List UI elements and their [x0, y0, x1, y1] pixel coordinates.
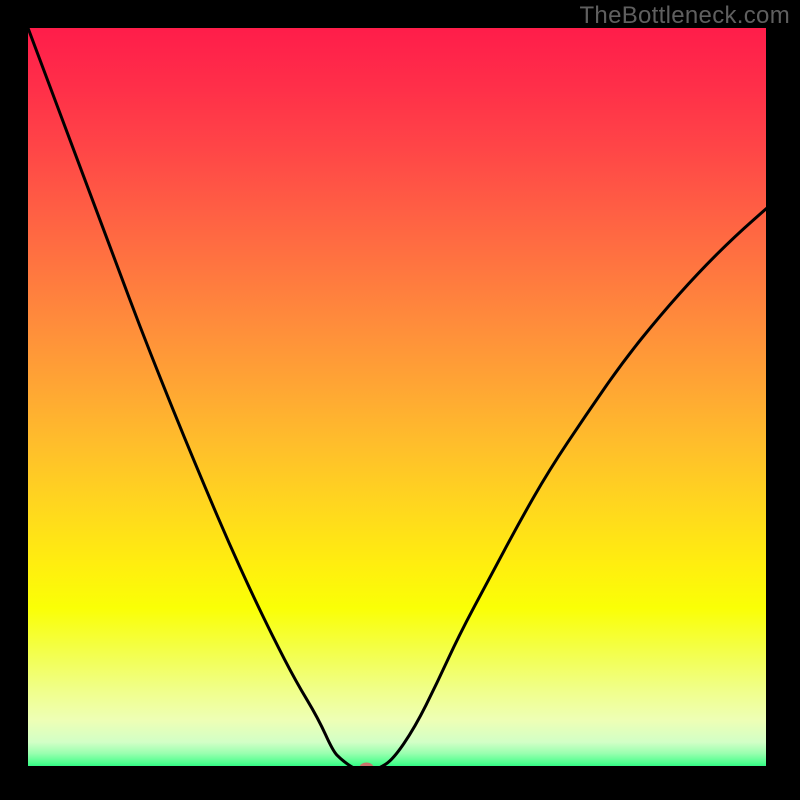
chart-frame: TheBottleneck.com	[0, 0, 800, 800]
gradient-background	[28, 28, 772, 772]
inner-border-bottom	[28, 766, 772, 772]
watermark-text: TheBottleneck.com	[579, 2, 790, 30]
inner-border-right	[766, 28, 772, 772]
plot-area	[28, 28, 772, 772]
chart-svg	[28, 28, 772, 772]
